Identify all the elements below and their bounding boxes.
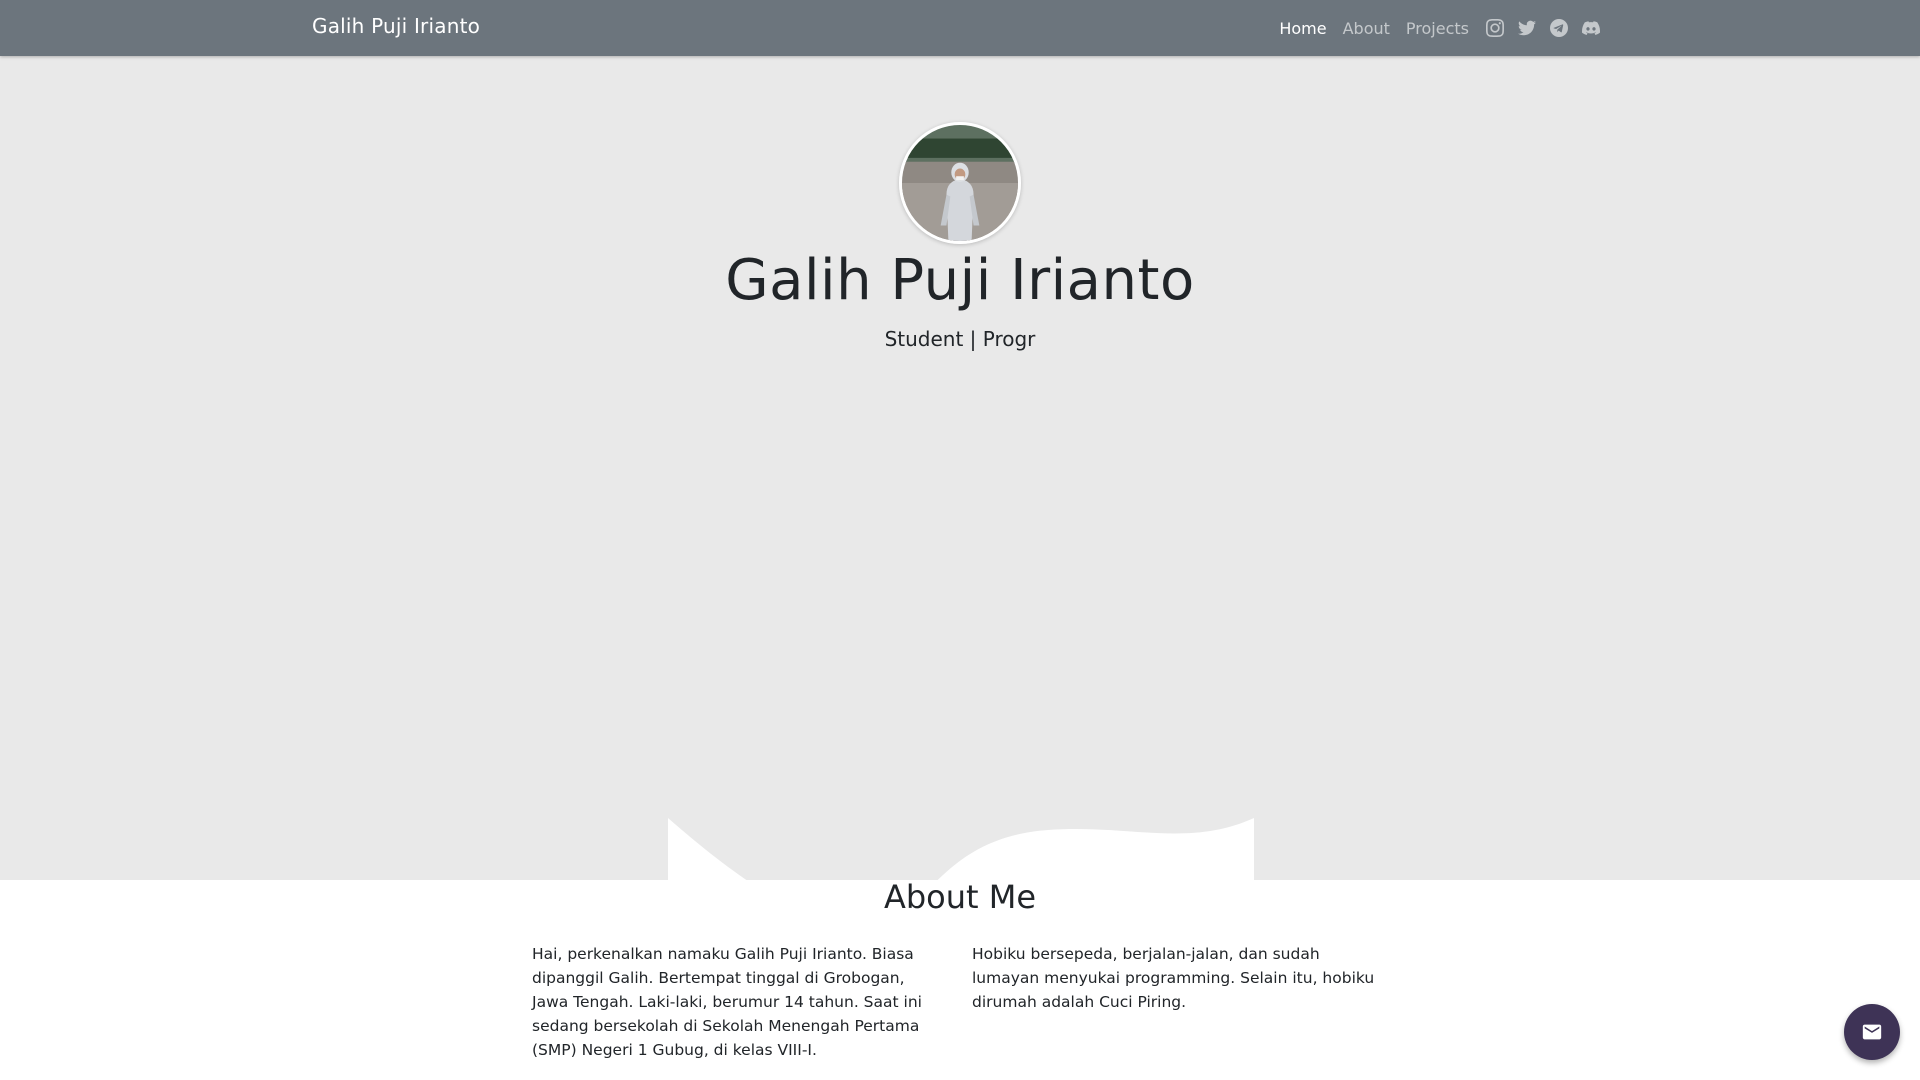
contact-button[interactable] [1844,1004,1900,1060]
telegram-icon[interactable] [1549,18,1569,38]
nav-link-about[interactable]: About [1343,19,1390,38]
about-paragraph-left: Hai, perkenalkan namaku Galih Puji Irian… [532,945,922,1059]
about-paragraph-right: Hobiku bersepeda, berjalan-jalan, dan su… [972,945,1375,1011]
avatar [899,122,1021,244]
mail-icon [1862,1024,1882,1040]
nav-link-home[interactable]: Home [1279,19,1326,38]
wave-divider [668,818,1254,936]
hero-subtitle: Student | Progr [884,327,1036,351]
about-title: About Me [883,878,1037,916]
twitter-icon[interactable] [1517,18,1537,38]
instagram-icon[interactable] [1485,18,1505,38]
nav-links: Home About Projects [1279,0,1601,56]
brand-link[interactable]: Galih Puji Irianto [312,14,480,38]
hero-section: Galih Puji Irianto Student | Progr [0,56,1920,936]
profile-photo [902,125,1018,241]
discord-icon[interactable] [1581,18,1601,38]
hero-name: Galih Puji Irianto [725,248,1195,313]
nav-link-projects[interactable]: Projects [1406,19,1469,38]
navbar: Galih Puji Irianto Home About Projects [0,0,1920,56]
